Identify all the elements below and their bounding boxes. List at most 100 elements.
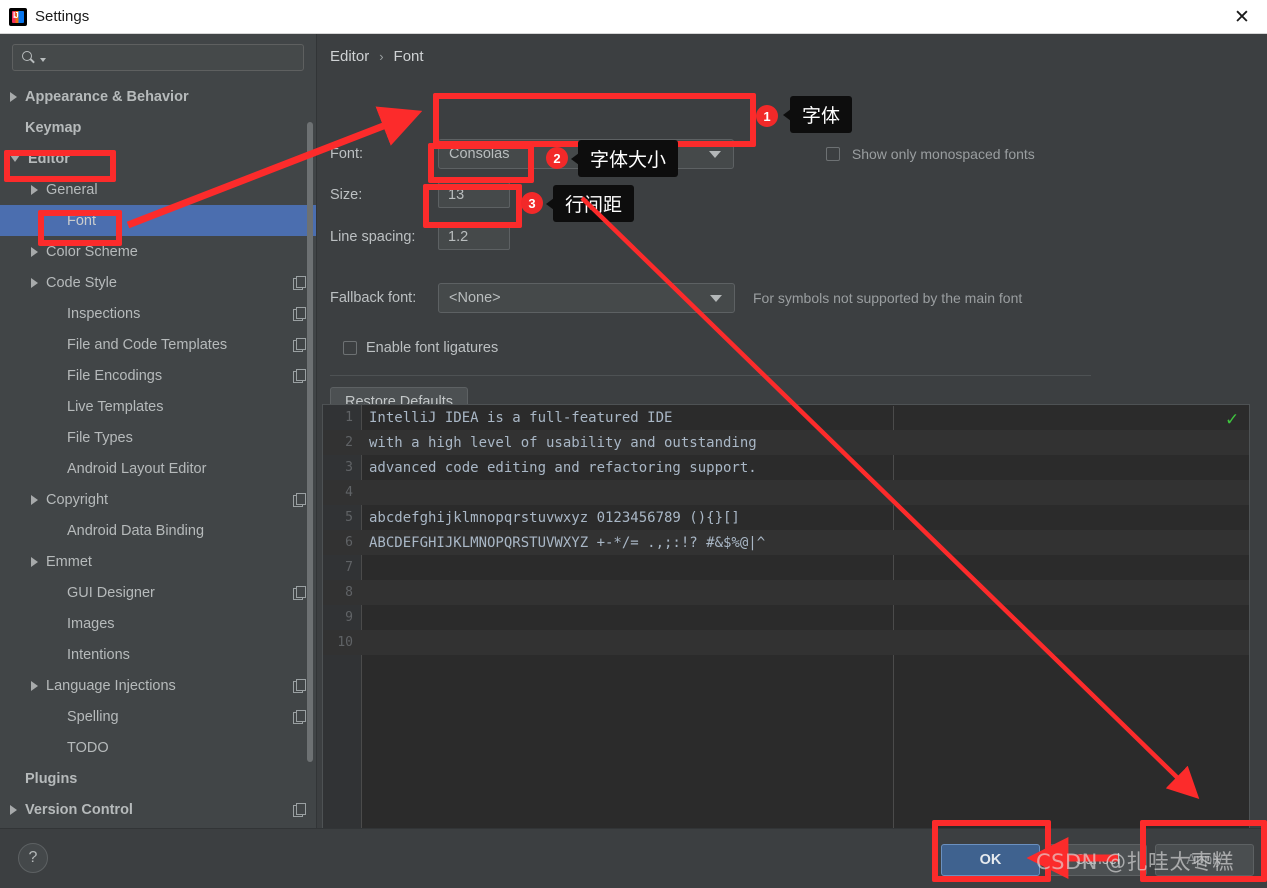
breadcrumb-separator-icon: › <box>379 49 384 64</box>
sidebar-item-label: Android Layout Editor <box>67 460 207 477</box>
sidebar-item-label: Appearance & Behavior <box>25 88 189 105</box>
monospace-checkbox-label: Show only monospaced fonts <box>851 146 1035 162</box>
sidebar-item-file-and-code-templates[interactable]: File and Code Templates <box>0 329 316 360</box>
fallback-font-label: Fallback font: <box>330 290 417 306</box>
line-text: IntelliJ IDEA is a full-featured IDE <box>369 409 673 426</box>
copy-settings-icon[interactable] <box>293 803 306 817</box>
search-box[interactable] <box>12 44 304 71</box>
line-number: 4 <box>345 485 353 500</box>
chevron-right-icon[interactable] <box>10 91 17 102</box>
chevron-right-icon[interactable] <box>10 804 17 815</box>
sidebar-item-version-control[interactable]: Version Control <box>0 794 316 825</box>
annotation-badge-3: 3 <box>521 192 543 214</box>
sidebar-item-todo[interactable]: TODO <box>0 732 316 763</box>
chevron-right-icon[interactable] <box>31 184 38 195</box>
sidebar-item-label: Code Style <box>46 274 117 291</box>
sidebar-item-label: Color Scheme <box>46 243 138 260</box>
sidebar-item-file-encodings[interactable]: File Encodings <box>0 360 316 391</box>
fallback-font-combobox[interactable]: <None> <box>438 283 735 313</box>
sidebar-item-keymap[interactable]: Keymap <box>0 112 316 143</box>
fallback-font-row: Fallback font: <None> For symbols not su… <box>330 283 1022 313</box>
chevron-right-icon[interactable] <box>31 494 38 505</box>
sidebar-item-label: Keymap <box>25 119 82 136</box>
line-number: 2 <box>345 435 353 450</box>
font-size-input[interactable]: 13 <box>438 182 510 208</box>
sidebar-item-gui-designer[interactable]: GUI Designer <box>0 577 316 608</box>
chevron-right-icon[interactable] <box>31 680 38 691</box>
line-spacing-row: Line spacing: 1.2 <box>330 224 510 250</box>
copy-settings-icon[interactable] <box>293 586 306 600</box>
copy-settings-icon[interactable] <box>293 276 306 290</box>
breadcrumb: Editor › Font <box>330 48 424 65</box>
tooltip-2-text: 字体大小 <box>590 149 667 171</box>
csdn-watermark: CSDN @扎哇太枣糕 <box>1036 850 1235 874</box>
green-check-icon: ✓ <box>1225 410 1240 429</box>
font-row: Font: Consolas Show only monospaced font… <box>330 139 1035 169</box>
fallback-font-hint: For symbols not supported by the main fo… <box>753 290 1023 306</box>
search-input[interactable] <box>46 49 303 66</box>
settings-dialog: IJ Settings ✕ Appearance & Behavior Keyma… <box>0 0 1267 888</box>
ligatures-checkbox[interactable] <box>343 341 357 355</box>
sidebar-item-copyright[interactable]: Copyright <box>0 484 316 515</box>
chevron-right-icon[interactable] <box>31 277 38 288</box>
sidebar-item-android-layout-editor[interactable]: Android Layout Editor <box>0 453 316 484</box>
sidebar-item-emmet[interactable]: Emmet <box>0 546 316 577</box>
preview-code-line: 4 <box>323 480 1249 505</box>
tooltip-3-text: 行间距 <box>565 194 623 216</box>
sidebar-item-label: File Types <box>67 429 133 446</box>
line-spacing-input[interactable]: 1.2 <box>438 224 510 250</box>
sidebar-item-editor[interactable]: Editor <box>0 143 316 174</box>
ligatures-row[interactable]: Enable font ligatures <box>343 340 498 356</box>
sidebar-item-label: Editor <box>28 150 70 167</box>
preview-code-line: 3 advanced code editing and refactoring s… <box>323 455 1249 480</box>
sidebar-item-appearance-behavior[interactable]: Appearance & Behavior <box>0 81 316 112</box>
sidebar-item-label: Intentions <box>67 646 130 663</box>
help-button[interactable]: ? <box>18 843 48 873</box>
intellij-idea-icon: IJ <box>9 7 27 26</box>
sidebar-item-code-style[interactable]: Code Style <box>0 267 316 298</box>
copy-settings-icon[interactable] <box>293 338 306 352</box>
main-panel: Editor › Font Font: Consolas Show only m… <box>318 34 1267 844</box>
sidebar-item-label: Spelling <box>67 708 119 725</box>
sidebar-item-general[interactable]: General <box>0 174 316 205</box>
line-number: 6 <box>345 535 353 550</box>
copy-settings-icon[interactable] <box>293 493 306 507</box>
sidebar-item-label: File Encodings <box>67 367 163 384</box>
copy-settings-icon[interactable] <box>293 369 306 383</box>
sidebar-scrollbar[interactable] <box>307 122 313 762</box>
line-number: 9 <box>345 610 353 625</box>
sidebar-item-label: Language Injections <box>46 677 176 694</box>
sidebar-item-images[interactable]: Images <box>0 608 316 639</box>
search-container <box>0 34 316 77</box>
sidebar-item-live-templates[interactable]: Live Templates <box>0 391 316 422</box>
sidebar-item-spelling[interactable]: Spelling <box>0 701 316 732</box>
sidebar-item-color-scheme[interactable]: Color Scheme <box>0 236 316 267</box>
sidebar-item-file-types[interactable]: File Types <box>0 422 316 453</box>
sidebar-item-plugins[interactable]: Plugins <box>0 763 316 794</box>
chevron-right-icon[interactable] <box>31 556 38 567</box>
sidebar-item-language-injections[interactable]: Language Injections <box>0 670 316 701</box>
preview-code-line: 6 ABCDEFGHIJKLMNOPQRSTUVWXYZ +-*/= .,;:!?… <box>323 530 1249 555</box>
close-icon[interactable]: ✕ <box>1225 4 1259 30</box>
chevron-down-icon[interactable] <box>10 155 20 162</box>
annotation-badge-2: 2 <box>546 147 568 169</box>
breadcrumb-parent[interactable]: Editor <box>330 48 369 65</box>
copy-settings-icon[interactable] <box>293 679 306 693</box>
sidebar-item-inspections[interactable]: Inspections <box>0 298 316 329</box>
font-preview-editor[interactable]: 1 IntelliJ IDEA is a full-featured IDE 2 wi… <box>322 404 1250 844</box>
sidebar-item-font[interactable]: Font <box>0 205 316 236</box>
monospace-checkbox[interactable] <box>826 147 840 161</box>
sidebar-item-intentions[interactable]: Intentions <box>0 639 316 670</box>
preview-code-line: 5 abcdefghijklmnopqrstuvwxyz 0123456789 (… <box>323 505 1249 530</box>
copy-settings-icon[interactable] <box>293 307 306 321</box>
ok-button[interactable]: OK <box>941 844 1040 876</box>
sidebar-item-android-data-binding[interactable]: Android Data Binding <box>0 515 316 546</box>
line-spacing-label: Line spacing: <box>330 229 416 245</box>
chevron-right-icon[interactable] <box>31 246 38 257</box>
sidebar-item-label: General <box>46 181 98 198</box>
monospace-checkbox-row[interactable]: Show only monospaced fonts <box>826 146 1035 162</box>
line-text: advanced code editing and refactoring su… <box>369 459 757 476</box>
copy-settings-icon[interactable] <box>293 710 306 724</box>
line-number: 8 <box>345 585 353 600</box>
tooltip-1-text: 字体 <box>802 105 841 127</box>
